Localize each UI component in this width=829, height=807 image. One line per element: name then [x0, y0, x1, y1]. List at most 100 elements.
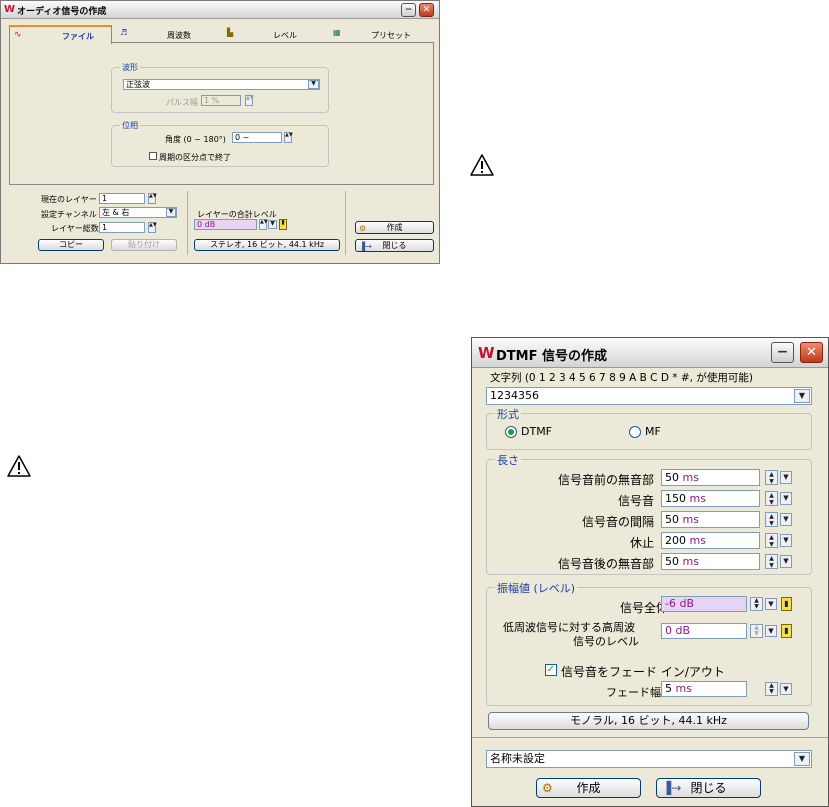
- length-field-label: 休止: [629, 536, 654, 550]
- level-icon: ▙: [227, 28, 234, 37]
- create-label: 作成: [386, 223, 403, 232]
- create-button[interactable]: ⚙ 作成: [536, 778, 641, 798]
- string-dropdown-arrow[interactable]: ▼: [794, 389, 810, 403]
- length-field-value: 50: [665, 555, 679, 568]
- audio-signal-dialog: W オーディオ信号の作成 − ✕ ∿ ファイル ♬ 周波数 ▙ レベル ▦ プリ…: [0, 0, 440, 264]
- current-layer-input[interactable]: 1: [99, 193, 145, 204]
- format-button[interactable]: ステレオ, 16 ビット, 44.1 kHz: [194, 239, 340, 251]
- preset-icon: ▦: [333, 28, 341, 37]
- copy-button[interactable]: コピー: [38, 239, 104, 251]
- pulse-width-input: 1 %: [201, 95, 241, 106]
- tab-frequency[interactable]: ♬ 周波数: [117, 25, 217, 43]
- layer-total-spinner[interactable]: ▲▼: [148, 222, 157, 233]
- fade-checkbox[interactable]: ✓: [545, 664, 557, 676]
- length-field-spinner[interactable]: ▲ ▼: [765, 512, 778, 527]
- close-window-button[interactable]: ✕: [800, 342, 823, 363]
- mf-radio[interactable]: [629, 426, 641, 438]
- app-logo-icon: W: [4, 4, 16, 15]
- layer-total-value: 1: [102, 223, 108, 232]
- current-layer-spinner[interactable]: ▲▼: [148, 193, 157, 204]
- length-field-spinner[interactable]: ▲ ▼: [765, 554, 778, 569]
- hf-level-dropdown-arrow[interactable]: ▼: [765, 625, 777, 637]
- tab-preset[interactable]: ▦ プリセット: [329, 25, 433, 43]
- length-field-dropdown-arrow[interactable]: ▼: [780, 471, 792, 484]
- level-meter-icon[interactable]: ▮: [781, 624, 792, 638]
- mf-radio-label: MF: [645, 425, 661, 438]
- create-label: 作成: [576, 781, 601, 795]
- channel-label: 設定チャンネル: [41, 210, 97, 219]
- sum-level-spinner[interactable]: ▲▼: [259, 219, 268, 230]
- angle-input[interactable]: 0 ~: [232, 132, 282, 143]
- level-meter-icon[interactable]: ▮: [781, 597, 792, 611]
- length-field-input[interactable]: 200 ms: [661, 532, 760, 549]
- preset-select[interactable]: 名称未設定: [486, 750, 812, 768]
- length-field-spinner[interactable]: ▲ ▼: [765, 491, 778, 506]
- length-field-dropdown-arrow[interactable]: ▼: [780, 555, 792, 568]
- fade-width-value: 5: [665, 682, 672, 695]
- length-field-dropdown-arrow[interactable]: ▼: [780, 513, 792, 526]
- string-input[interactable]: 1234356: [486, 387, 812, 405]
- fade-width-unit: ms: [675, 682, 692, 695]
- paste-button[interactable]: 貼り付け: [111, 239, 177, 251]
- hf-level-input[interactable]: 0 dB: [661, 623, 747, 639]
- warning-icon: [470, 154, 494, 176]
- phase-group-label: 位相: [120, 120, 140, 131]
- length-field-label: 信号音: [617, 494, 654, 508]
- angle-value: 0 ~: [235, 133, 250, 142]
- exit-door-icon: ▐→: [662, 781, 682, 795]
- channel-dropdown-arrow[interactable]: ▼: [166, 208, 176, 217]
- length-field-spinner[interactable]: ▲ ▼: [765, 533, 778, 548]
- length-field-input[interactable]: 50 ms: [661, 511, 760, 528]
- length-field-input[interactable]: 50 ms: [661, 469, 760, 486]
- waveform-dropdown-arrow[interactable]: ▼: [308, 80, 319, 89]
- waveform-select[interactable]: 正弦波: [123, 79, 320, 90]
- length-field-dropdown-arrow[interactable]: ▼: [780, 534, 792, 547]
- minimize-button[interactable]: −: [401, 3, 416, 17]
- sum-level-dropdown-arrow[interactable]: ▼: [268, 220, 277, 229]
- angle-spinner[interactable]: ▲▼: [284, 132, 293, 143]
- format-button[interactable]: モノラル, 16 ビット, 44.1 kHz: [488, 712, 809, 730]
- dialog-title: オーディオ信号の作成: [17, 7, 107, 17]
- angle-label: 角度 (0 ~ 180°): [165, 135, 226, 144]
- current-layer-value: 1: [102, 194, 108, 203]
- level-meter-icon[interactable]: ▮: [279, 219, 287, 230]
- dtmf-radio[interactable]: [505, 426, 517, 438]
- length-field-input[interactable]: 50 ms: [661, 553, 760, 570]
- overall-level-spinner[interactable]: ▲ ▼: [750, 597, 763, 611]
- fade-width-spinner[interactable]: ▲ ▼: [765, 682, 778, 696]
- fade-width-dropdown-arrow[interactable]: ▼: [780, 683, 792, 695]
- separator: [187, 191, 188, 255]
- create-icon: ⚙: [359, 224, 367, 233]
- hf-level-spinner[interactable]: ▲ ▼: [750, 624, 763, 638]
- close-button[interactable]: ▐→ 閉じる: [355, 239, 434, 252]
- close-label: 閉じる: [382, 241, 407, 250]
- close-button[interactable]: ▐→ 閉じる: [656, 778, 761, 798]
- minimize-button[interactable]: −: [771, 342, 794, 363]
- waveform-group-label: 波形: [120, 62, 140, 73]
- close-window-button[interactable]: ✕: [419, 3, 434, 17]
- length-field-spinner[interactable]: ▲ ▼: [765, 470, 778, 485]
- warning-icon: [7, 455, 31, 477]
- sum-level-input[interactable]: 0 dB: [194, 219, 257, 230]
- preset-dropdown-arrow[interactable]: ▼: [794, 752, 810, 766]
- dtmf-signal-dialog: W DTMF 信号の作成 − ✕ 文字列 (0 1 2 3 4 5 6 7 8 …: [471, 337, 829, 807]
- fade-width-input[interactable]: 5 ms: [661, 681, 747, 697]
- tab-level-label: レベル: [273, 31, 297, 40]
- period-end-checkbox[interactable]: [149, 152, 157, 160]
- length-field-input[interactable]: 150 ms: [661, 490, 760, 507]
- overall-level-dropdown-arrow[interactable]: ▼: [765, 598, 777, 610]
- length-field-label: 信号音前の無音部: [557, 473, 654, 487]
- layer-total-input[interactable]: 1: [99, 222, 145, 233]
- create-button[interactable]: ⚙ 作成: [355, 221, 434, 234]
- exit-door-icon: ▐→: [359, 242, 372, 251]
- tab-preset-label: プリセット: [371, 31, 411, 40]
- pulse-width-label: パルス幅: [166, 98, 198, 107]
- overall-level-input[interactable]: -6 dB: [661, 596, 747, 612]
- length-field-label: 信号音の間隔: [581, 515, 654, 529]
- length-field-unit: ms: [682, 513, 699, 526]
- string-value: 1234356: [490, 389, 539, 402]
- tab-level[interactable]: ▙ レベル: [223, 25, 323, 43]
- tab-file[interactable]: ∿ ファイル: [9, 25, 112, 44]
- tab-frequency-label: 周波数: [167, 31, 191, 40]
- length-field-dropdown-arrow[interactable]: ▼: [780, 492, 792, 505]
